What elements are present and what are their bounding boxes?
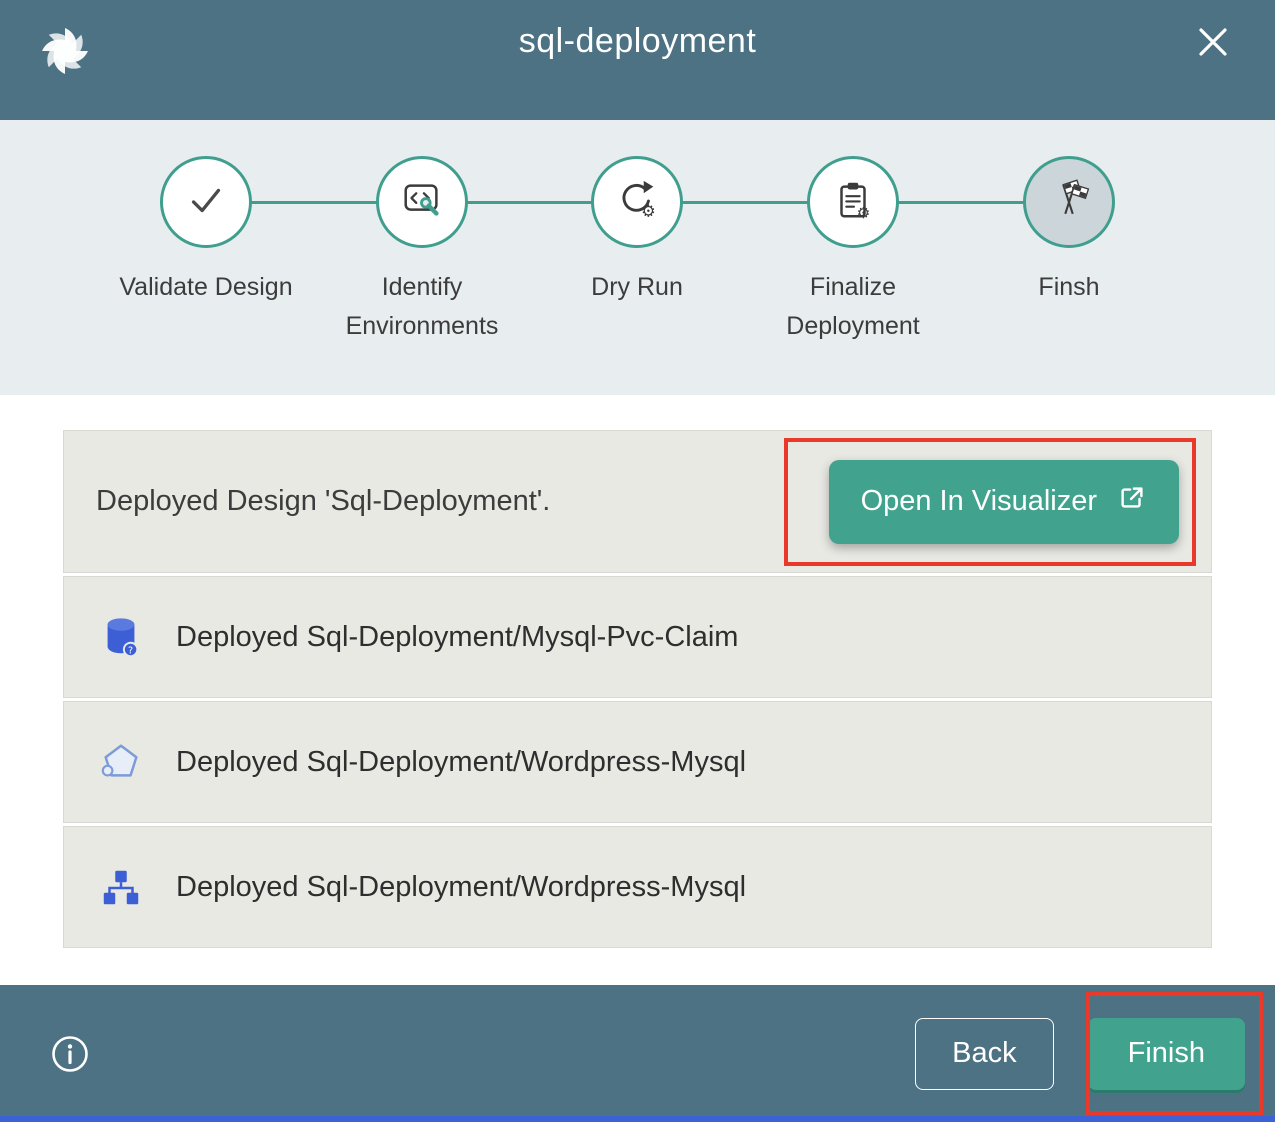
step-finalize-deployment[interactable]: ⚙ Finalize Deployment [743, 156, 963, 346]
clipboard-gear-icon: ⚙ [830, 177, 876, 228]
step-finish[interactable]: Finsh [959, 156, 1179, 307]
dialog-header: sql-deployment [0, 0, 1275, 120]
deployment-wizard-dialog: sql-deployment Validate Design [0, 0, 1275, 1122]
result-row-wordpress-mysql-service: Deployed Sql-Deployment/Wordpress-Mysql [63, 701, 1212, 823]
workload-tree-icon [98, 864, 144, 910]
step-label: Finsh [982, 268, 1157, 307]
pod-shape-icon [98, 739, 144, 785]
external-link-icon [1117, 483, 1147, 521]
meshery-logo [36, 22, 94, 80]
step-validate-design[interactable]: Validate Design [96, 156, 316, 307]
check-icon [183, 177, 229, 228]
step-dry-run[interactable]: ⚙ Dry Run [527, 156, 747, 307]
svg-text:?: ? [128, 645, 133, 656]
step-label: Dry Run [550, 268, 725, 307]
step-label: Validate Design [119, 268, 294, 307]
result-text: Deployed Sql-Deployment/Mysql-Pvc-Claim [176, 621, 738, 654]
deployed-design-message: Deployed Design 'Sql-Deployment'. [96, 485, 550, 518]
result-text: Deployed Sql-Deployment/Wordpress-Mysql [176, 746, 746, 779]
code-environment-icon [399, 177, 445, 228]
step-identify-environments[interactable]: Identify Environments [312, 156, 532, 346]
result-row-pvc-claim: ? Deployed Sql-Deployment/Mysql-Pvc-Clai… [63, 576, 1212, 698]
finish-button[interactable]: Finish [1088, 1018, 1245, 1090]
open-in-visualizer-button[interactable]: Open In Visualizer [829, 460, 1179, 544]
svg-text:⚙: ⚙ [641, 201, 656, 220]
info-icon[interactable] [50, 1034, 90, 1074]
step-label: Identify Environments [335, 268, 510, 346]
dialog-footer: Back Finish [0, 985, 1275, 1122]
result-text: Deployed Sql-Deployment/Wordpress-Mysql [176, 871, 746, 904]
wizard-stepper: Validate Design Identify Environments [0, 120, 1275, 395]
back-button[interactable]: Back [915, 1018, 1053, 1090]
step-label: Finalize Deployment [766, 268, 941, 346]
close-icon[interactable] [1193, 22, 1233, 62]
dialog-title: sql-deployment [519, 22, 757, 61]
result-row-wordpress-mysql-deployment: Deployed Sql-Deployment/Wordpress-Mysql [63, 826, 1212, 948]
deployment-results: Deployed Design 'Sql-Deployment'. Open I… [0, 395, 1275, 948]
database-icon: ? [98, 614, 144, 660]
deployed-design-row: Deployed Design 'Sql-Deployment'. Open I… [63, 430, 1212, 573]
window-bottom-edge [0, 1116, 1275, 1122]
dry-run-refresh-gear-icon: ⚙ [614, 177, 660, 228]
checkered-flags-icon [1046, 177, 1092, 228]
svg-text:⚙: ⚙ [857, 204, 871, 222]
open-in-visualizer-label: Open In Visualizer [861, 485, 1097, 518]
